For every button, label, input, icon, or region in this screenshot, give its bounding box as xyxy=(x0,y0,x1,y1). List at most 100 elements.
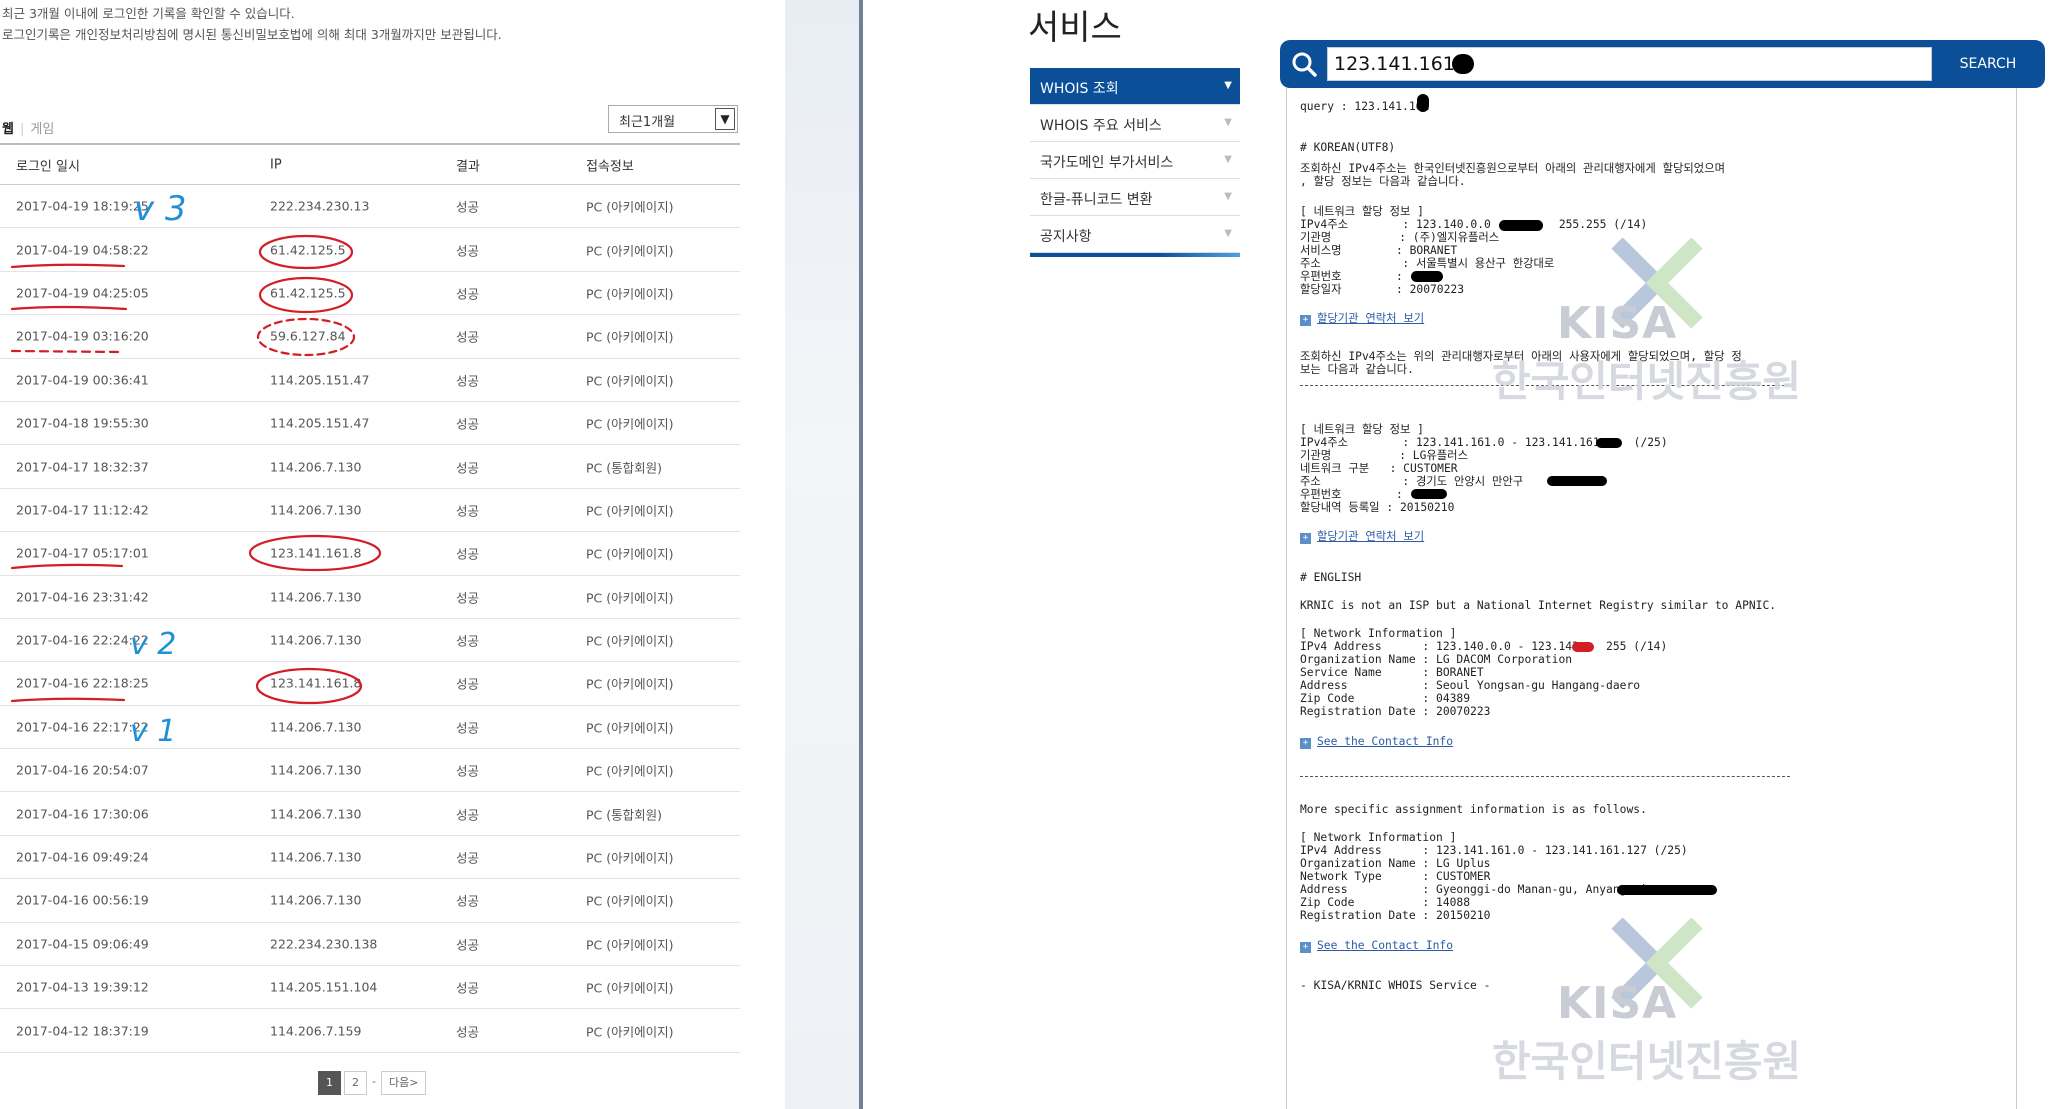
table-row: 2017-04-18 19:55:30 114.205.151.47 성공 PC (아… xyxy=(0,402,740,446)
ip-cell: 114.205.151.47 xyxy=(270,415,370,431)
result-cell: 성공 xyxy=(456,373,480,389)
table-row: 2017-04-17 18:32:37 114.206.7.130 성공 PC (통합… xyxy=(0,445,740,489)
e-net2-ipv4: IPv4 Address : 123.141.161.0 - 123.141.1… xyxy=(1300,844,1688,857)
k-net2-date: 할당내역 등록일 : 20150210 xyxy=(1300,501,1455,514)
search-bar: SEARCH xyxy=(1280,40,2045,88)
k-net1-zip: 우편번호 : xyxy=(1300,270,1403,283)
result-cell: 성공 xyxy=(456,460,480,476)
e-net2-title: [ Network Information ] xyxy=(1300,831,1457,844)
menu-item-notice[interactable]: 공지사항 ▼ xyxy=(1030,216,1240,253)
login-time-cell: 2017-04-16 09:49:24 xyxy=(16,849,149,865)
result-cell: 성공 xyxy=(456,676,480,692)
table-row: 2017-04-17 05:17:01 123.141.161.8 성공 PC (아키… xyxy=(0,532,740,576)
e-net1-ipv4: IPv4 Address : 123.140.0.0 - 123.143. 25… xyxy=(1300,640,1668,653)
ip-cell: 114.205.151.104 xyxy=(270,979,378,995)
side-menu: WHOIS 조회 ▼ WHOIS 주요 서비스 ▼ 국가도메인 부가서비스 ▼ 한글-… xyxy=(1030,68,1240,257)
search-icon[interactable] xyxy=(1290,50,1318,78)
menu-item-whois-lookup[interactable]: WHOIS 조회 ▼ xyxy=(1030,68,1240,105)
login-time-cell: 2017-04-16 22:17:22 xyxy=(16,719,149,735)
col-result: 결과 xyxy=(456,159,480,174)
col-device: 접속정보 xyxy=(586,159,634,174)
next-page-button[interactable]: 다음> xyxy=(380,1071,427,1095)
table-row: 2017-04-16 17:30:06 114.206.7.130 성공 PC (통합… xyxy=(0,792,740,836)
table-row: 2017-04-16 22:24:22 114.206.7.130 성공 PC (아키… xyxy=(0,619,740,663)
device-cell: PC (통합회원) xyxy=(586,807,662,823)
device-cell: PC (아키에이지) xyxy=(586,720,674,736)
k-intro-2: , 할당 정보는 다음과 같습니다. xyxy=(1300,175,1466,188)
table-header: 로그인 일시 IP 결과 접속정보 xyxy=(0,143,740,185)
tab-game[interactable]: 게임 xyxy=(30,122,54,137)
ip-cell: 114.206.7.130 xyxy=(270,589,362,605)
kisa-logo-icon xyxy=(1611,917,1703,1009)
device-cell: PC (아키에이지) xyxy=(586,546,674,562)
login-time-cell: 2017-04-16 22:18:25 xyxy=(16,675,149,691)
kisa-watermark-1: KISA 한국인터넷진흥원 xyxy=(1492,237,1801,406)
ip-cell: 114.206.7.130 xyxy=(270,892,362,908)
device-cell: PC (아키에이지) xyxy=(586,850,674,866)
ip-cell: 114.206.7.130 xyxy=(270,806,362,822)
result-cell: 성공 xyxy=(456,503,480,519)
result-cell: 성공 xyxy=(456,546,480,562)
period-select[interactable]: 최근1개월 ▼ xyxy=(608,105,738,133)
login-history-table: 로그인 일시 IP 결과 접속정보 2017-04-19 18:19:25 222… xyxy=(0,143,740,1053)
login-time-cell: 2017-04-19 00:36:41 xyxy=(16,372,149,388)
search-input[interactable] xyxy=(1327,47,1932,81)
result-cell: 성공 xyxy=(456,286,480,302)
result-cell: 성공 xyxy=(456,633,480,649)
result-cell: 성공 xyxy=(456,416,480,432)
page-2-button[interactable]: 2 xyxy=(344,1071,367,1095)
menu-item-whois-services[interactable]: WHOIS 주요 서비스 ▼ xyxy=(1030,105,1240,142)
k-net1-addr: 주소 : 서울특별시 용산구 한강대로 xyxy=(1300,257,1555,270)
ip-cell: 222.234.230.13 xyxy=(270,198,370,214)
k-contact-link-1[interactable]: + 할당기관 연락처 보기 xyxy=(1300,312,1424,326)
chevron-down-icon: ▼ xyxy=(1224,191,1232,202)
result-cell: 성공 xyxy=(456,763,480,779)
table-row: 2017-04-19 00:36:41 114.205.151.47 성공 PC (아… xyxy=(0,359,740,402)
login-time-cell: 2017-04-12 18:37:19 xyxy=(16,1023,149,1039)
device-cell: PC (아키에이지) xyxy=(586,590,674,606)
table-row: 2017-04-16 00:56:19 114.206.7.130 성공 PC (아키… xyxy=(0,879,740,923)
e-contact-link-1[interactable]: + See the Contact Info xyxy=(1300,735,1453,749)
table-row: 2017-04-19 03:16:20 59.6.127.84 성공 PC (아키에이… xyxy=(0,315,740,359)
k-net1-title: [ 네트워크 할당 정보 ] xyxy=(1300,205,1424,218)
login-history-panel: 최근 3개월 이내에 로그인한 기록을 확인할 수 있습니다. 로그인기록은 개… xyxy=(0,0,785,1109)
k-net2-type: 네트워크 구분 : CUSTOMER xyxy=(1300,462,1458,475)
device-cell: PC (아키에이지) xyxy=(586,416,674,432)
chevron-down-icon[interactable]: ▼ xyxy=(715,108,735,130)
chevron-down-icon: ▼ xyxy=(1224,80,1232,91)
table-row: 2017-04-19 04:58:22 61.42.125.5 성공 PC (아키에이… xyxy=(0,228,740,272)
device-cell: PC (아키에이지) xyxy=(586,980,674,996)
period-select-value: 최근1개월 xyxy=(619,115,676,130)
device-cell: PC (아키에이지) xyxy=(586,329,674,345)
table-row: 2017-04-13 19:39:12 114.205.151.104 성공 PC (… xyxy=(0,966,740,1010)
e-net1-addr: Address : Seoul Yongsan-gu Hangang-daero xyxy=(1300,679,1641,692)
kisa-watermark-2: KISA 한국인터넷진흥원 xyxy=(1492,917,1801,1086)
device-cell: PC (아키에이지) xyxy=(586,676,674,692)
k-contact-link-2[interactable]: + 할당기관 연락처 보기 xyxy=(1300,530,1424,544)
page-1-button[interactable]: 1 xyxy=(318,1071,341,1095)
english-header: # ENGLISH xyxy=(1300,571,1362,584)
e-net2-addr: Address : Gyeonggi-do Manan-gu, Anyang-s… xyxy=(1300,883,1647,896)
menu-item-punycode[interactable]: 한글-퓨니코드 변환 ▼ xyxy=(1030,179,1240,216)
e-net2-zip: Zip Code : 14088 xyxy=(1300,896,1471,909)
e-net1-date: Registration Date : 20070223 xyxy=(1300,705,1491,718)
table-row: 2017-04-16 22:17:22 114.206.7.130 성공 PC (아키… xyxy=(0,706,740,750)
device-cell: PC (아키에이지) xyxy=(586,243,674,259)
table-row: 2017-04-15 09:06:49 222.234.230.138 성공 PC (… xyxy=(0,923,740,967)
device-cell: PC (아키에이지) xyxy=(586,937,674,953)
result-cell: 성공 xyxy=(456,850,480,866)
login-time-cell: 2017-04-13 19:39:12 xyxy=(16,979,149,995)
device-cell: PC (아키에이지) xyxy=(586,373,674,389)
whois-panel: 서비스 WHOIS 조회 ▼ WHOIS 주요 서비스 ▼ 국가도메인 부가서비스 ▼… xyxy=(863,0,2059,1109)
ip-cell: 114.206.7.130 xyxy=(270,849,362,865)
device-cell: PC (아키에이지) xyxy=(586,286,674,302)
login-time-cell: 2017-04-16 22:24:22 xyxy=(16,632,149,648)
notice-line-2: 로그인기록은 개인정보처리방침에 명시된 통신비밀보호법에 의해 최대 3개월까… xyxy=(2,27,502,42)
search-button[interactable]: SEARCH xyxy=(1940,47,2036,81)
table-row: 2017-04-19 18:19:25 222.234.230.13 성공 PC (아… xyxy=(0,185,740,229)
tab-web[interactable]: 웹 xyxy=(2,122,14,137)
e-contact-link-2[interactable]: + See the Contact Info xyxy=(1300,939,1453,953)
k-net1-svc: 서비스명 : BORANET xyxy=(1300,244,1458,257)
result-cell: 성공 xyxy=(456,893,480,909)
menu-item-domain-addons[interactable]: 국가도메인 부가서비스 ▼ xyxy=(1030,142,1240,179)
